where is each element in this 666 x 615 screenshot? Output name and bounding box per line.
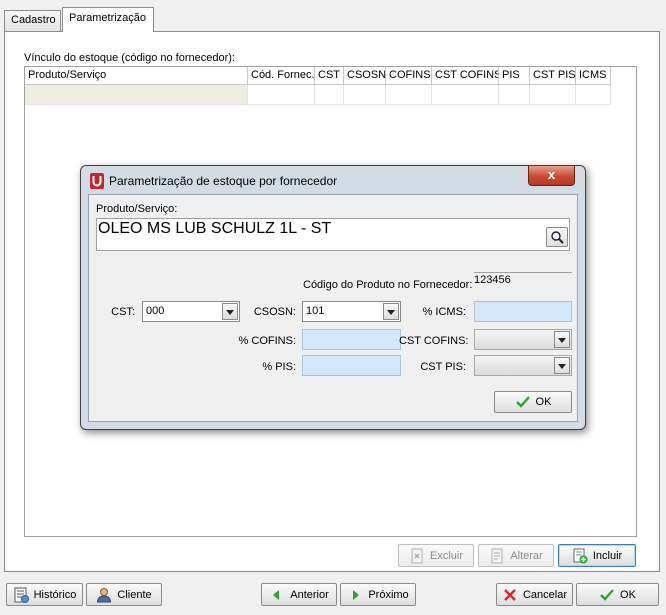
table-cell[interactable] — [25, 85, 248, 105]
dialog-ok-button[interactable]: OK — [494, 391, 572, 413]
x-icon — [504, 588, 516, 601]
codigo-label: Código do Produto no Fornecedor: — [303, 279, 473, 291]
excluir-button[interactable]: Excluir — [398, 544, 474, 567]
incluir-button[interactable]: Incluir — [558, 544, 636, 567]
chevron-down-icon[interactable] — [383, 303, 399, 320]
chevron-down-icon[interactable] — [554, 357, 570, 374]
check-icon — [515, 396, 530, 408]
col-cst[interactable]: CST — [315, 67, 344, 85]
historico-button[interactable]: Histórico — [6, 583, 83, 606]
search-icon — [551, 231, 564, 244]
cofins-label: % COFINS: — [238, 335, 296, 347]
table-cell[interactable] — [386, 85, 432, 105]
cliente-button[interactable]: Cliente — [86, 583, 162, 606]
col-produto[interactable]: Produto/Serviço — [25, 67, 248, 85]
history-icon — [14, 587, 29, 603]
produto-field[interactable]: OLEO MS LUB SCHULZ 1L - ST — [96, 218, 570, 251]
check-icon — [600, 588, 614, 601]
user-icon — [97, 587, 112, 602]
cancelar-button[interactable]: Cancelar — [496, 583, 573, 606]
cst-select[interactable]: 000 — [142, 301, 240, 322]
col-cst-pis[interactable]: CST PIS — [530, 67, 576, 85]
cst-cofins-select[interactable] — [474, 329, 572, 350]
edit-doc-icon — [491, 548, 503, 563]
produto-label: Produto/Serviço: — [96, 203, 178, 215]
table-cell[interactable] — [576, 85, 611, 105]
pis-label: % PIS: — [262, 361, 296, 373]
cst-cofins-label: CST COFINS: — [399, 335, 469, 347]
cst-pis-select[interactable] — [474, 355, 572, 376]
historico-label: Histórico — [33, 588, 77, 601]
arrow-right-icon — [353, 589, 360, 600]
col-cod-fornec[interactable]: Cód. Fornec. — [248, 67, 315, 85]
table-cell[interactable] — [344, 85, 386, 105]
produto-value: OLEO MS LUB SCHULZ 1L - ST — [98, 220, 332, 237]
proximo-label: Próximo — [368, 588, 409, 601]
csosn-value: 101 — [306, 305, 325, 317]
alterar-button[interactable]: Alterar — [478, 544, 554, 567]
col-cst-cofins[interactable]: CST COFINS — [432, 67, 499, 85]
csosn-select[interactable]: 101 — [302, 301, 401, 322]
ok-button[interactable]: OK — [576, 583, 659, 606]
col-csosn[interactable]: CSOSN — [344, 67, 386, 85]
ok-label: OK — [620, 588, 636, 601]
excluir-label: Excluir — [429, 549, 463, 562]
alterar-label: Alterar — [510, 549, 543, 562]
proximo-button[interactable]: Próximo — [340, 583, 416, 606]
add-doc-icon — [573, 548, 588, 563]
table-row[interactable] — [25, 85, 611, 105]
app-logo-icon — [90, 173, 104, 189]
dialog-title: Parametrização de estoque por fornecedor — [109, 174, 338, 188]
dialog-ok-label: OK — [535, 396, 552, 408]
codigo-field[interactable]: 123456 — [474, 272, 572, 298]
tab-cadastro[interactable]: Cadastro — [4, 10, 61, 31]
chevron-down-icon[interactable] — [554, 331, 570, 348]
table-cell[interactable] — [248, 85, 315, 105]
arrow-left-icon — [273, 589, 280, 600]
csosn-label: CSOSN: — [253, 306, 296, 318]
icms-label: % ICMS: — [422, 306, 466, 318]
cst-label: CST: — [111, 306, 135, 318]
cancelar-label: Cancelar — [522, 588, 568, 601]
dialog-body: Produto/Serviço: OLEO MS LUB SCHULZ 1L -… — [88, 194, 578, 422]
search-button[interactable] — [546, 227, 568, 247]
table-cell[interactable] — [530, 85, 576, 105]
dialog-close-button[interactable]: x — [528, 166, 575, 186]
col-pis[interactable]: PIS — [499, 67, 530, 85]
grid-label: Vínculo do estoque (código no fornecedor… — [24, 52, 235, 64]
table-cell[interactable] — [499, 85, 530, 105]
delete-doc-icon — [411, 548, 423, 563]
cliente-label: Cliente — [117, 588, 152, 601]
anterior-label: Anterior — [290, 588, 329, 601]
col-icms[interactable]: ICMS — [576, 67, 611, 85]
cst-pis-label: CST PIS: — [420, 361, 466, 373]
cofins-field[interactable] — [302, 329, 401, 350]
codigo-value: 123456 — [474, 274, 511, 286]
pis-field[interactable] — [302, 355, 401, 376]
icms-field[interactable] — [474, 301, 572, 322]
cst-value: 000 — [146, 305, 165, 317]
anterior-button[interactable]: Anterior — [261, 583, 337, 606]
table-cell[interactable] — [315, 85, 344, 105]
chevron-down-icon[interactable] — [222, 303, 238, 320]
grid-header: Produto/Serviço Cód. Fornec. CST CSOSN C… — [25, 67, 611, 85]
incluir-label: Incluir — [592, 549, 623, 562]
table-cell[interactable] — [432, 85, 499, 105]
col-cofins[interactable]: COFINS — [386, 67, 432, 85]
tab-parametrizacao[interactable]: Parametrização — [62, 7, 154, 32]
parametrizacao-dialog: Parametrização de estoque por fornecedor… — [80, 165, 586, 430]
